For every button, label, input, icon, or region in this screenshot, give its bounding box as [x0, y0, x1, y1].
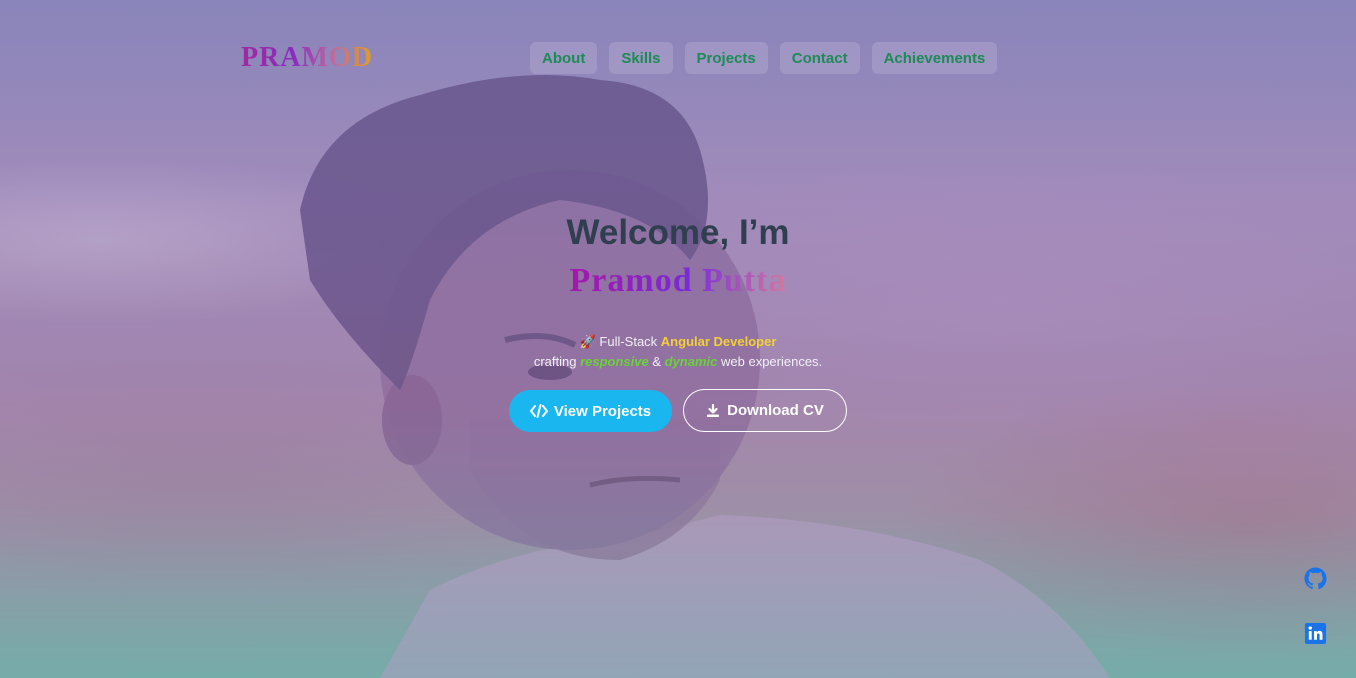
view-projects-label: View Projects — [553, 402, 652, 420]
tagline-suffix: web experiences. — [717, 354, 823, 369]
tagline-amp: & — [648, 354, 665, 369]
nav-item-skills[interactable]: Skills — [609, 42, 673, 74]
download-cv-button[interactable]: Download CV — [683, 389, 847, 432]
hero-name-text: Pramod Putta — [569, 262, 787, 299]
hero-greeting: Welcome, I’m — [566, 213, 790, 252]
download-icon — [707, 403, 720, 417]
tagline-prefix: Full-Stack — [595, 334, 661, 349]
nav-item-contact[interactable]: Contact — [779, 42, 860, 74]
tagline-word-dynamic: dynamic — [664, 354, 718, 369]
brand-logo[interactable]: PRAMOD — [241, 42, 373, 74]
download-cv-label: Download CV — [727, 402, 824, 419]
github-icon[interactable] — [1304, 567, 1327, 590]
tagline-crafting: crafting — [533, 354, 581, 369]
code-icon — [529, 404, 548, 418]
nav-item-about[interactable]: About — [530, 42, 598, 74]
tagline-line-2: crafting responsive & dynamic web experi… — [0, 352, 1356, 372]
nav-item-projects[interactable]: Projects — [684, 42, 768, 74]
rocket-icon: 🚀 — [579, 334, 596, 349]
tagline-word-responsive: responsive — [580, 354, 649, 369]
tagline-line-1: 🚀 Full-Stack Angular Developer — [0, 332, 1356, 352]
linkedin-icon[interactable] — [1304, 622, 1327, 645]
tagline-role: Angular Developer — [660, 334, 777, 349]
hero-tagline: 🚀 Full-Stack Angular Developer crafting … — [0, 332, 1356, 372]
nav-item-achievements[interactable]: Achievements — [871, 42, 998, 74]
hero-name: Pramod Putta — [0, 262, 1356, 300]
main-nav: About Skills Projects Contact Achievemen… — [530, 42, 998, 74]
view-projects-button[interactable]: View Projects — [509, 390, 672, 432]
